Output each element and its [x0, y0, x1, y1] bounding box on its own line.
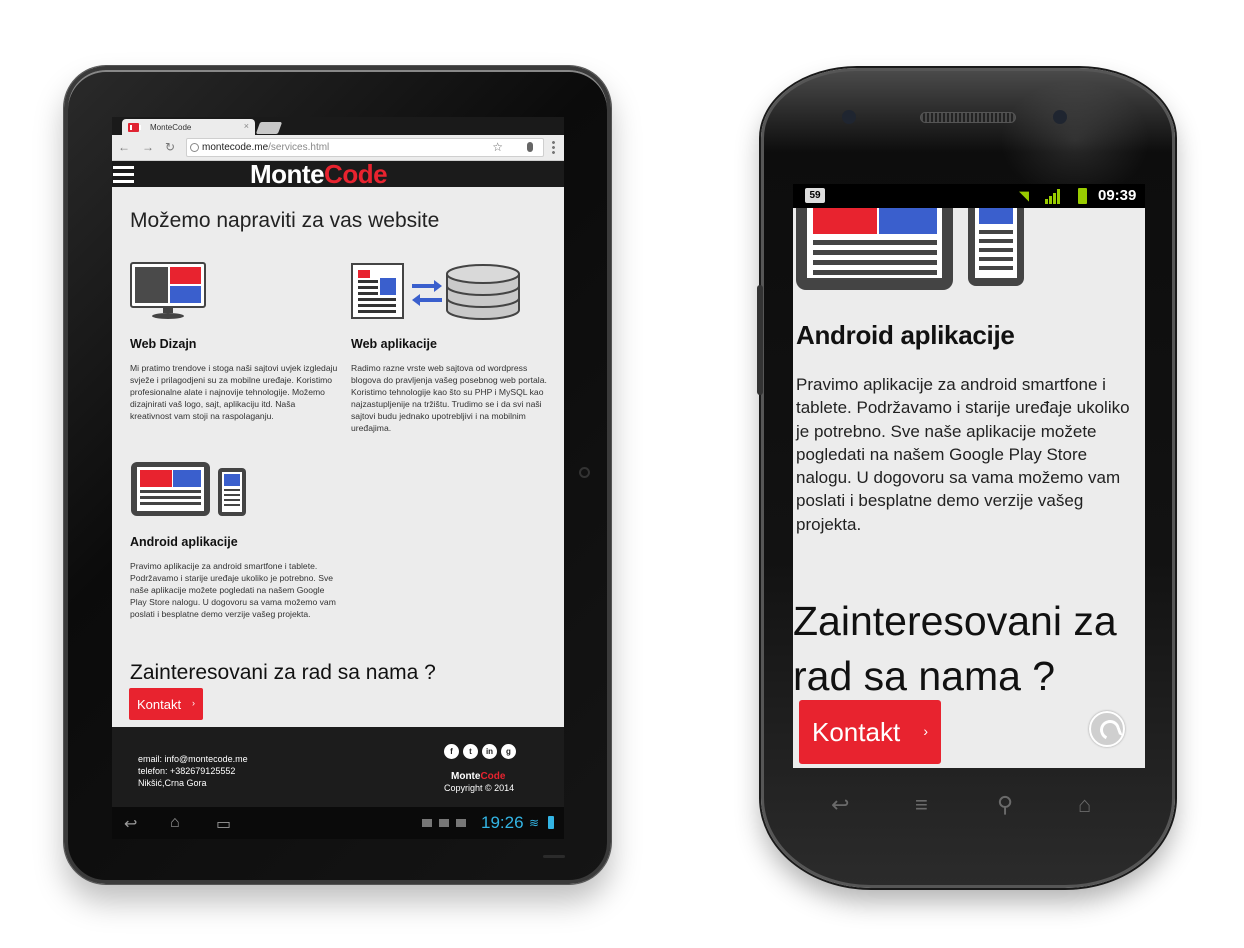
microphone-icon[interactable]	[527, 142, 533, 152]
monitor-icon	[130, 262, 206, 319]
tablet-speaker	[543, 855, 565, 858]
reload-icon[interactable]: ↻	[165, 140, 175, 154]
mail-notification-icon	[439, 819, 449, 827]
tablet-phone-icon	[131, 462, 246, 516]
page-title: Možemo napraviti za vas website	[130, 209, 440, 232]
battery-icon	[1078, 188, 1087, 204]
cta-title: Zainteresovani za rad sa nama ?	[793, 598, 1117, 699]
search-key-icon[interactable]: ⚲	[997, 792, 1013, 818]
social-links: f t in g	[444, 744, 516, 759]
section-text-android-aplikacije: Pravimo aplikacije za android smartfone …	[796, 375, 1130, 534]
facebook-icon[interactable]: f	[444, 744, 459, 759]
menu-key-icon[interactable]: ≡	[915, 792, 928, 818]
service-title-web-dizajn: Web Dizajn	[130, 337, 197, 351]
site-footer: email: info@montecode.me telefon: +38267…	[112, 727, 564, 807]
phone-earpiece	[920, 112, 1016, 123]
browser-toolbar: ← → ↻ montecode.me/services.html ☆	[112, 135, 564, 161]
twitter-icon[interactable]: t	[463, 744, 478, 759]
footer-copyright: Copyright © 2014	[444, 783, 515, 793]
browser-tab[interactable]: MonteCode ×	[122, 119, 255, 135]
site-logo[interactable]: MonteCode	[250, 161, 388, 187]
kontakt-button-label: Kontakt	[137, 697, 182, 712]
tablet-clock: 19:26	[481, 813, 524, 832]
linkedin-icon[interactable]: in	[482, 744, 497, 759]
montecode-favicon-icon	[128, 123, 141, 132]
tablet-screen: MonteCode × ← → ↻ montecode.me/services.…	[112, 117, 564, 807]
service-text-android-aplikacije: Pravimo aplikacije za android smartfone …	[130, 561, 336, 619]
signal-strength-icon	[1045, 188, 1063, 204]
footer-location: Nikšić,Crna Gora	[138, 778, 207, 788]
service-title-web-aplikacije: Web aplikacije	[351, 337, 437, 351]
phone-clock: 09:39	[1098, 187, 1137, 204]
phone-proximity-sensor	[842, 110, 856, 124]
bookmark-star-icon[interactable]: ☆	[492, 140, 503, 154]
recents-nav-icon[interactable]: ▭	[216, 814, 231, 834]
site-header: MonteCode	[112, 161, 564, 187]
tablet-phone-icon	[796, 208, 1024, 290]
service-text-web-dizajn: Mi pratimo trendove i stoga naši sajtovi…	[130, 363, 338, 421]
task-notification-icon	[456, 819, 466, 827]
google-plus-icon[interactable]: g	[501, 744, 516, 759]
phone-screen: Android aplikacije Pravimo aplikacije za…	[793, 208, 1145, 768]
document-database-icon	[351, 263, 520, 320]
home-nav-icon[interactable]: ⌂	[170, 814, 180, 832]
notification-count-badge: 59	[805, 188, 825, 203]
chevron-right-icon: ›	[192, 698, 195, 708]
wifi-icon: ≋	[529, 816, 540, 830]
kontakt-button[interactable]: Kontakt ›	[799, 700, 941, 764]
kontakt-button[interactable]: Kontakt ›	[129, 688, 203, 720]
url-host: montecode.me	[202, 142, 269, 153]
footer-email[interactable]: email: info@montecode.me	[138, 753, 248, 765]
globe-icon	[190, 143, 199, 152]
screenshot-notification-icon	[422, 819, 432, 827]
forward-arrow-icon[interactable]: →	[142, 140, 154, 154]
url-input[interactable]: montecode.me/services.html ☆	[186, 138, 544, 157]
footer-phone: telefon: +382679125552	[138, 766, 236, 776]
tablet-camera	[579, 467, 590, 478]
tablet-system-bar: ↩ ⌂ ▭ 19:26 ≋	[112, 807, 564, 839]
back-key-icon[interactable]: ↩	[831, 792, 849, 818]
browser-tabstrip: MonteCode ×	[112, 117, 564, 135]
back-arrow-icon[interactable]: ←	[118, 140, 130, 154]
chevron-right-icon: ›	[923, 723, 928, 739]
wifi-icon: ◥	[1019, 188, 1029, 203]
kontakt-button-label: Kontakt	[812, 717, 901, 747]
tab-close-icon[interactable]: ×	[244, 121, 249, 131]
back-nav-icon[interactable]: ↩	[124, 814, 137, 834]
home-key-icon[interactable]: ⌂	[1078, 792, 1091, 818]
scroll-to-top-icon[interactable]	[1089, 711, 1125, 747]
phone-front-camera	[1053, 110, 1067, 124]
battery-icon	[548, 816, 554, 829]
phone-status-bar: 59 ◥ 09:39	[793, 184, 1145, 208]
cta-title: Zainteresovani za rad sa nama ?	[130, 661, 436, 684]
service-title-android-aplikacije: Android aplikacije	[130, 535, 238, 549]
phone-glare	[1000, 80, 1150, 200]
footer-logo: MonteCode	[451, 771, 506, 782]
browser-tab-title: MonteCode	[150, 123, 192, 132]
service-text-web-aplikacije: Radimo razne vrste web sajtova od wordpr…	[351, 363, 547, 433]
section-title-android-aplikacije: Android aplikacije	[796, 320, 1015, 350]
phone-soft-keys: ↩ ≡ ⚲ ⌂	[793, 780, 1145, 840]
browser-menu-icon[interactable]	[552, 140, 555, 155]
footer-contact: email: info@montecode.me telefon: +38267…	[138, 753, 248, 789]
hamburger-menu-icon[interactable]	[113, 166, 134, 183]
phone-volume-button	[757, 285, 763, 395]
url-path: /services.html	[268, 142, 330, 153]
new-tab-button[interactable]	[255, 122, 283, 134]
